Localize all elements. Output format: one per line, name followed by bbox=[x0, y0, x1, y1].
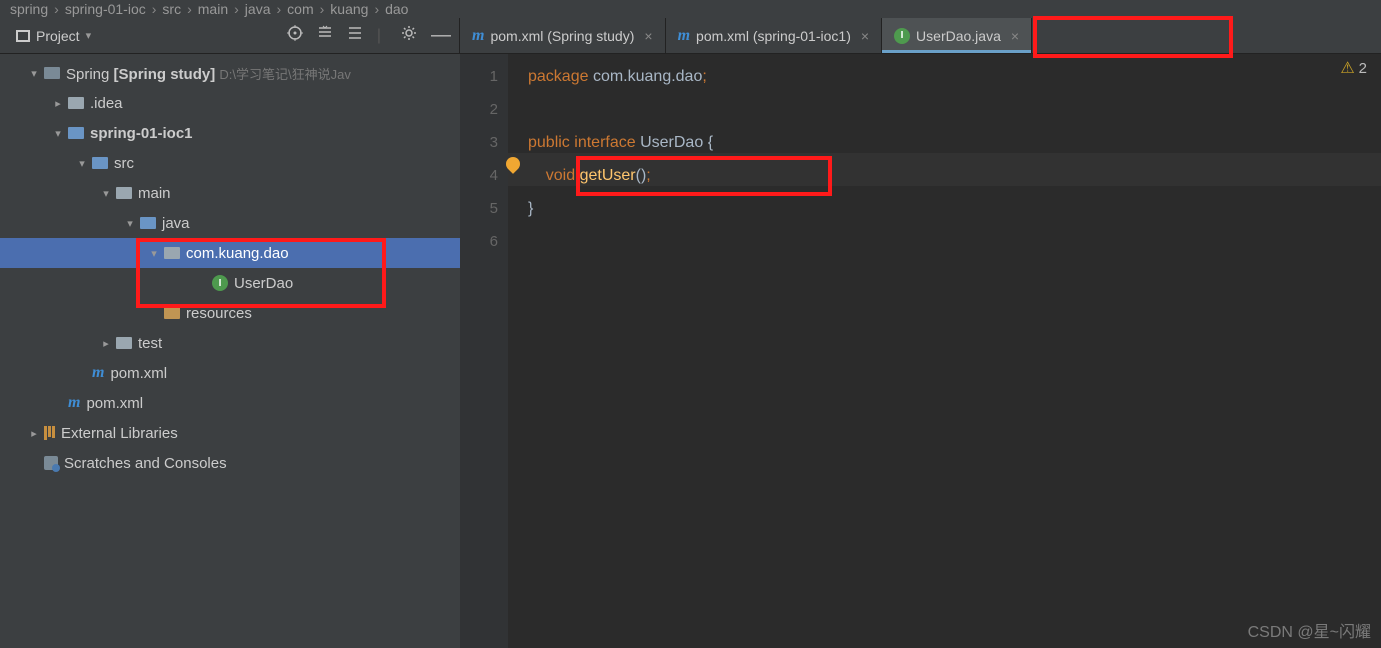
breadcrumb: spring›spring-01-ioc›src›main›java›com›k… bbox=[0, 0, 1381, 18]
tab-pom-xml-spring-01-ioc1-[interactable]: mpom.xml (spring-01-ioc1)× bbox=[666, 18, 882, 53]
tree-item-test[interactable]: test bbox=[0, 328, 460, 358]
maven-icon: m bbox=[678, 27, 690, 45]
mod-icon bbox=[68, 127, 84, 139]
m-icon: m bbox=[92, 364, 104, 382]
expand-icon[interactable] bbox=[317, 25, 333, 46]
chevron-icon[interactable] bbox=[100, 187, 112, 200]
chevron-icon[interactable] bbox=[28, 67, 40, 80]
gutter: 123456 bbox=[460, 54, 508, 648]
gear-icon[interactable] bbox=[401, 25, 417, 46]
tree-item-external-libraries[interactable]: External Libraries bbox=[0, 418, 460, 448]
chevron-icon[interactable] bbox=[76, 157, 88, 170]
interface-icon: I bbox=[894, 28, 910, 44]
chevron-icon[interactable] bbox=[28, 427, 40, 440]
tree-item-resources[interactable]: resources bbox=[0, 298, 460, 328]
tree-item-com-kuang-dao[interactable]: com.kuang.dao bbox=[0, 238, 460, 268]
warning-icon: ⚠ bbox=[1340, 58, 1354, 78]
tree-item-pom-xml[interactable]: mpom.xml bbox=[0, 388, 460, 418]
chevron-down-icon: ▾ bbox=[86, 29, 92, 42]
tree-item-main[interactable]: main bbox=[0, 178, 460, 208]
src-icon bbox=[92, 157, 108, 169]
warning-badge[interactable]: ⚠ 2 bbox=[1340, 58, 1367, 78]
tree-item-scratches-and-consoles[interactable]: Scratches and Consoles bbox=[0, 448, 460, 478]
close-icon[interactable]: × bbox=[1011, 28, 1019, 44]
pkg-icon bbox=[164, 247, 180, 259]
tree-item-userdao[interactable]: IUserDao bbox=[0, 268, 460, 298]
scratch-icon bbox=[44, 456, 58, 470]
maven-icon: m bbox=[472, 27, 484, 45]
toolbar: Project ▾ | — mpom.xml (Spring study)×mp… bbox=[0, 18, 1381, 54]
chevron-icon[interactable] bbox=[124, 217, 136, 230]
tree-item--idea[interactable]: .idea bbox=[0, 88, 460, 118]
tree-item-src[interactable]: src bbox=[0, 148, 460, 178]
project-view-button[interactable]: Project ▾ bbox=[8, 24, 99, 48]
code-editor[interactable]: 123456 package com.kuang.dao; public int… bbox=[460, 54, 1381, 648]
tree-item-node[interactable]: spring-01-ioc1 bbox=[0, 118, 460, 148]
target-icon[interactable] bbox=[287, 25, 303, 46]
code-area[interactable]: package com.kuang.dao; public interface … bbox=[508, 54, 1381, 648]
src-icon bbox=[140, 217, 156, 229]
collapse-icon[interactable] bbox=[347, 25, 363, 46]
tree-item-java[interactable]: java bbox=[0, 208, 460, 238]
chevron-icon[interactable] bbox=[148, 247, 160, 260]
close-icon[interactable]: × bbox=[861, 28, 869, 44]
folder-icon bbox=[116, 337, 132, 349]
chevron-icon[interactable] bbox=[52, 97, 64, 110]
folder-icon bbox=[116, 187, 132, 199]
project-title: Project bbox=[36, 28, 80, 44]
editor-tabs: mpom.xml (Spring study)×mpom.xml (spring… bbox=[460, 18, 1032, 53]
res-icon bbox=[164, 307, 180, 319]
tab-pom-xml-spring-study-[interactable]: mpom.xml (Spring study)× bbox=[460, 18, 666, 53]
tree-item-pom-xml[interactable]: mpom.xml bbox=[0, 358, 460, 388]
lib-icon bbox=[44, 426, 55, 440]
chevron-icon[interactable] bbox=[100, 337, 112, 350]
close-icon[interactable]: × bbox=[644, 28, 652, 44]
minimize-icon[interactable]: — bbox=[431, 24, 451, 47]
folder-icon bbox=[68, 97, 84, 109]
watermark: CSDN @星~闪耀 bbox=[1248, 618, 1371, 642]
tab-userdao-java[interactable]: IUserDao.java× bbox=[882, 18, 1032, 53]
tree-item-node[interactable]: Spring [Spring study] D:\学习笔记\狂神说Jav bbox=[0, 58, 460, 88]
interface-icon: I bbox=[212, 275, 228, 291]
proj-icon bbox=[44, 67, 60, 79]
chevron-icon[interactable] bbox=[52, 127, 64, 140]
project-tree[interactable]: Spring [Spring study] D:\学习笔记\狂神说Jav.ide… bbox=[0, 54, 460, 648]
m-icon: m bbox=[68, 394, 80, 412]
project-icon bbox=[16, 30, 30, 42]
